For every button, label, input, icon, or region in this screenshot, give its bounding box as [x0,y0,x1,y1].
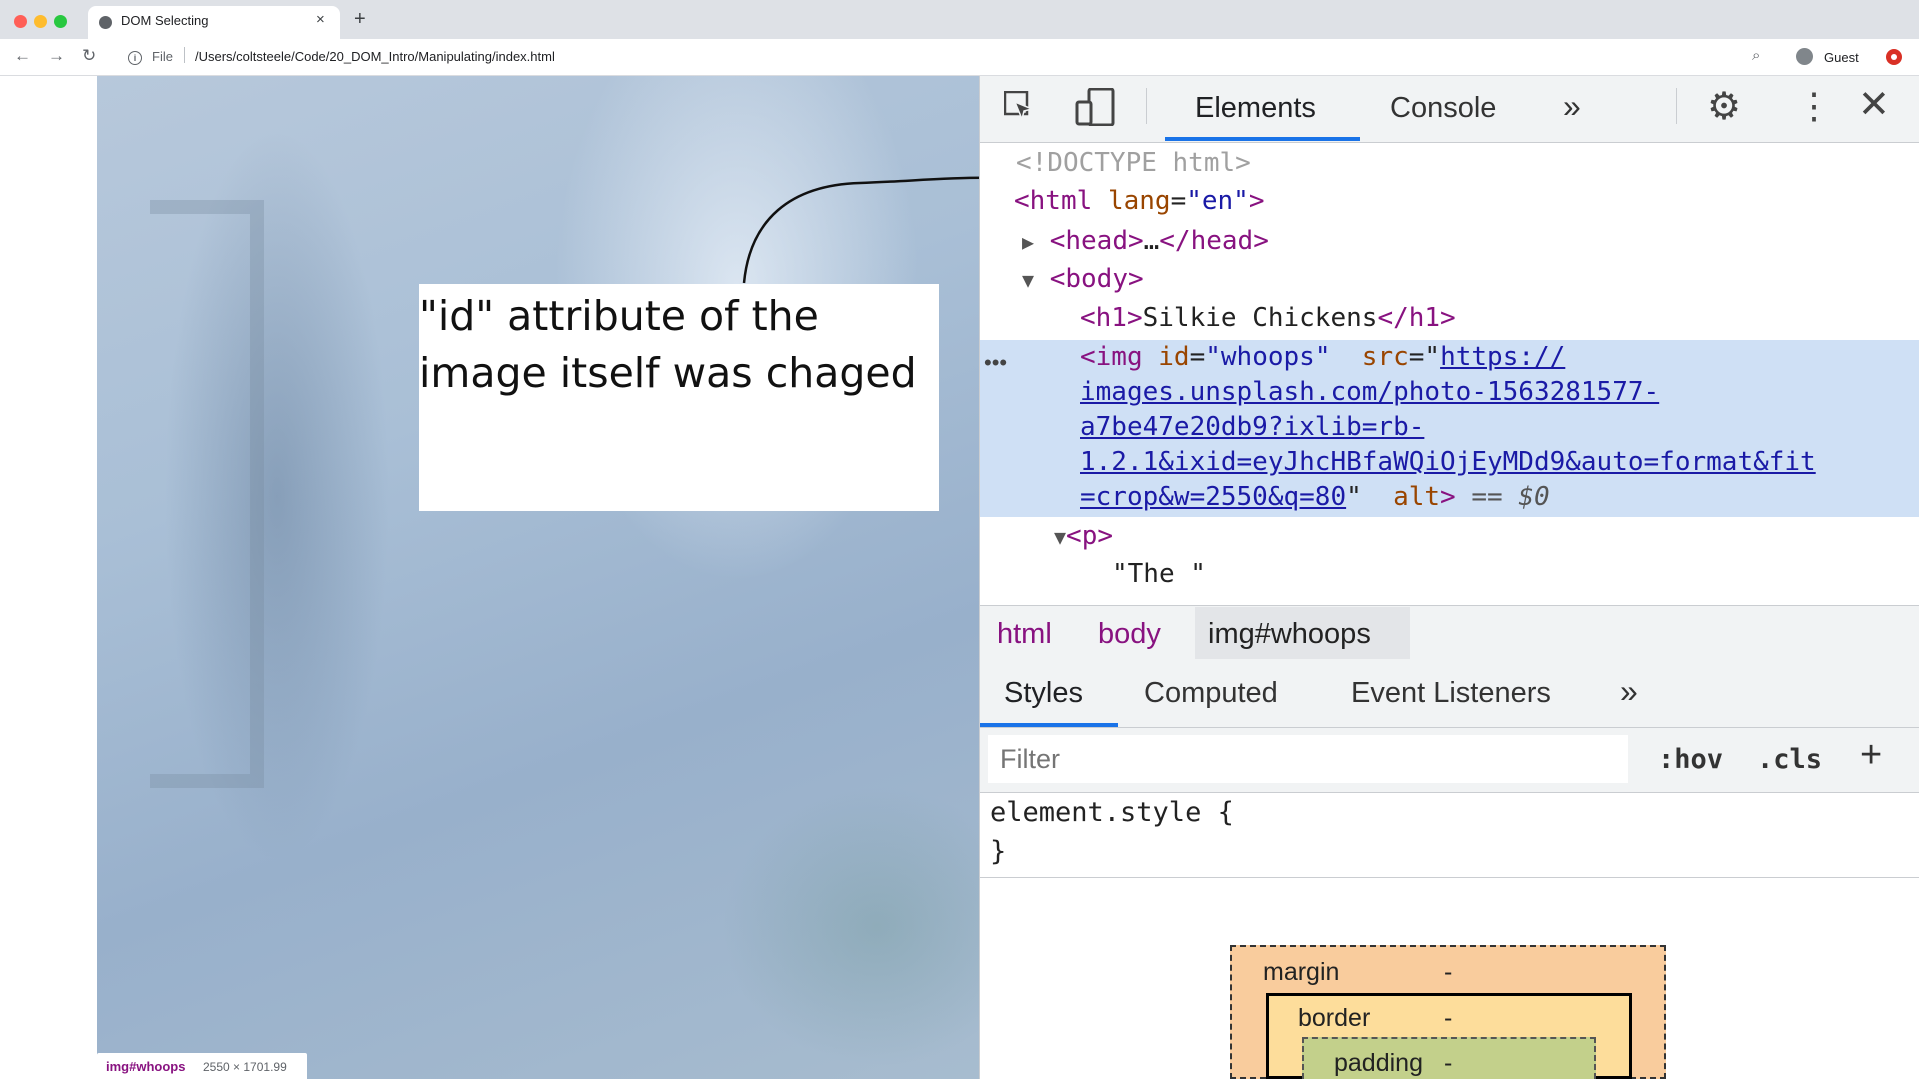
add-style-rule-button[interactable]: + [1860,736,1882,774]
avatar[interactable] [1796,48,1813,65]
tab-event-listeners[interactable]: Event Listeners [1351,677,1551,710]
tab-title: DOM Selecting [121,13,209,28]
dom-img-node[interactable]: <img id="whoops" src="https:// [1080,342,1565,372]
extension-icon[interactable] [1886,49,1902,65]
margin-label: margin [1263,958,1340,986]
profile-label[interactable]: Guest [1824,50,1859,65]
expand-triangle-icon[interactable]: ▶ [1022,230,1034,254]
styles-filter-input[interactable] [988,735,1628,783]
node-actions-icon[interactable]: ••• [984,350,1007,376]
dom-html-node[interactable]: <html lang="en"> [1014,186,1265,216]
tab-close-button[interactable]: × [316,11,325,28]
close-devtools-button[interactable]: ✕ [1858,86,1890,124]
img-src-line: 1.2.1&ixid=eyJhcHBfaWQiOjEyMDd9&auto=for… [1080,447,1816,477]
img-src-line: images.unsplash.com/photo-1563281577- [1080,377,1659,407]
img-src-link[interactable]: =crop&w=2550&q=80 [1080,482,1346,512]
tab-elements[interactable]: Elements [1195,92,1316,125]
padding-label: padding [1334,1049,1423,1077]
maximize-window-button[interactable] [54,15,67,28]
more-tabs-chevron-icon[interactable]: » [1620,673,1638,710]
globe-icon [99,16,112,29]
toolbar-divider [1146,88,1147,124]
collapse-triangle-icon[interactable]: ▼ [1022,268,1034,292]
h1-close-tag: </h1> [1377,303,1456,333]
img-src-link[interactable]: a7be47e20db9?ixlib=rb- [1080,412,1424,442]
img-id-attr: id [1158,342,1190,372]
image-detail [150,200,264,788]
tooltip-size: 2550 × 1701.99 [203,1060,287,1074]
tab-styles[interactable]: Styles [1004,677,1083,710]
img-src-line: =crop&w=2550&q=80" alt> == $0 [1080,482,1550,512]
padding-value[interactable]: - [1444,1049,1452,1078]
img-src-attr: src [1361,342,1409,372]
reload-icon[interactable]: ↻ [82,46,96,66]
collapse-triangle-icon[interactable]: ▼ [1054,525,1066,549]
html-lang-attr: lang [1107,186,1171,216]
img-src-link[interactable]: https:// [1440,342,1565,372]
url-divider [184,47,185,63]
toolbar-divider [1676,88,1677,124]
device-toolbar-icon[interactable] [1075,88,1115,126]
element-style-selector[interactable]: element.style { [990,797,1234,828]
active-tab-indicator [980,723,1118,727]
url-scheme-label: File [152,49,173,64]
collapsed-ellipsis: … [1143,226,1160,256]
active-tab-indicator [1165,137,1360,141]
class-toggle[interactable]: .cls [1757,744,1822,775]
h1-text: Silkie Chickens [1142,303,1378,333]
border-label: border [1298,1004,1371,1032]
h1-open-tag: <h1> [1080,303,1143,333]
img-src-line: a7be47e20db9?ixlib=rb- [1080,412,1424,442]
udemy-watermark: ûdemy [1840,1044,1905,1066]
new-tab-button[interactable]: + [354,8,366,31]
forward-arrow-icon[interactable]: → [48,46,65,66]
dom-h1-node[interactable]: <h1>Silkie Chickens</h1> [1080,303,1456,333]
gear-icon[interactable]: ⚙ [1707,88,1741,126]
selected-node-marker: == $0 [1471,482,1550,512]
tooltip-tag: img#whoops [106,1059,186,1074]
close-window-button[interactable] [14,15,27,28]
border-value[interactable]: - [1444,1004,1452,1033]
more-tabs-chevron-icon[interactable]: » [1563,88,1581,125]
zoom-icon[interactable]: ⌕ [1752,47,1760,64]
dom-head-node[interactable]: ▶ <head>…</head> [1022,226,1269,256]
tab-console[interactable]: Console [1390,92,1496,125]
margin-value[interactable]: - [1444,958,1452,987]
dom-doctype[interactable]: <!DOCTYPE html> [1016,148,1251,178]
html-tag: <html [1014,186,1093,216]
p-tag: <p> [1066,521,1114,551]
body-tag: <body> [1049,264,1144,294]
address-bar[interactable]: /Users/coltsteele/Code/20_DOM_Intro/Mani… [195,49,555,64]
breadcrumb-html[interactable]: html [997,618,1052,651]
info-icon[interactable]: i [128,51,142,65]
back-arrow-icon[interactable]: ← [14,46,31,66]
breadcrumb-img[interactable]: img#whoops [1208,618,1371,651]
more-options-icon[interactable]: ⋮ [1796,88,1832,124]
img-src-link[interactable]: 1.2.1&ixid=eyJhcHBfaWQiOjEyMDd9&auto=for… [1080,447,1816,477]
dom-text-node[interactable]: "The " [1112,559,1206,589]
dom-body-node[interactable]: ▼ <body> [1022,264,1144,294]
element-style-close: } [990,836,1007,867]
html-lang-value: "en" [1186,186,1249,216]
breadcrumb-body[interactable]: body [1098,618,1161,651]
inspect-element-icon[interactable] [1004,91,1034,121]
img-src-link[interactable]: images.unsplash.com/photo-1563281577- [1080,377,1659,407]
img-alt-attr: alt [1393,482,1441,512]
img-tag: <img [1080,342,1143,372]
hover-state-toggle[interactable]: :hov [1658,744,1723,775]
tab-computed[interactable]: Computed [1144,677,1278,710]
img-id-value: "whoops" [1205,342,1331,372]
minimize-window-button[interactable] [34,15,47,28]
dom-p-node[interactable]: ▼<p> [1054,521,1113,551]
